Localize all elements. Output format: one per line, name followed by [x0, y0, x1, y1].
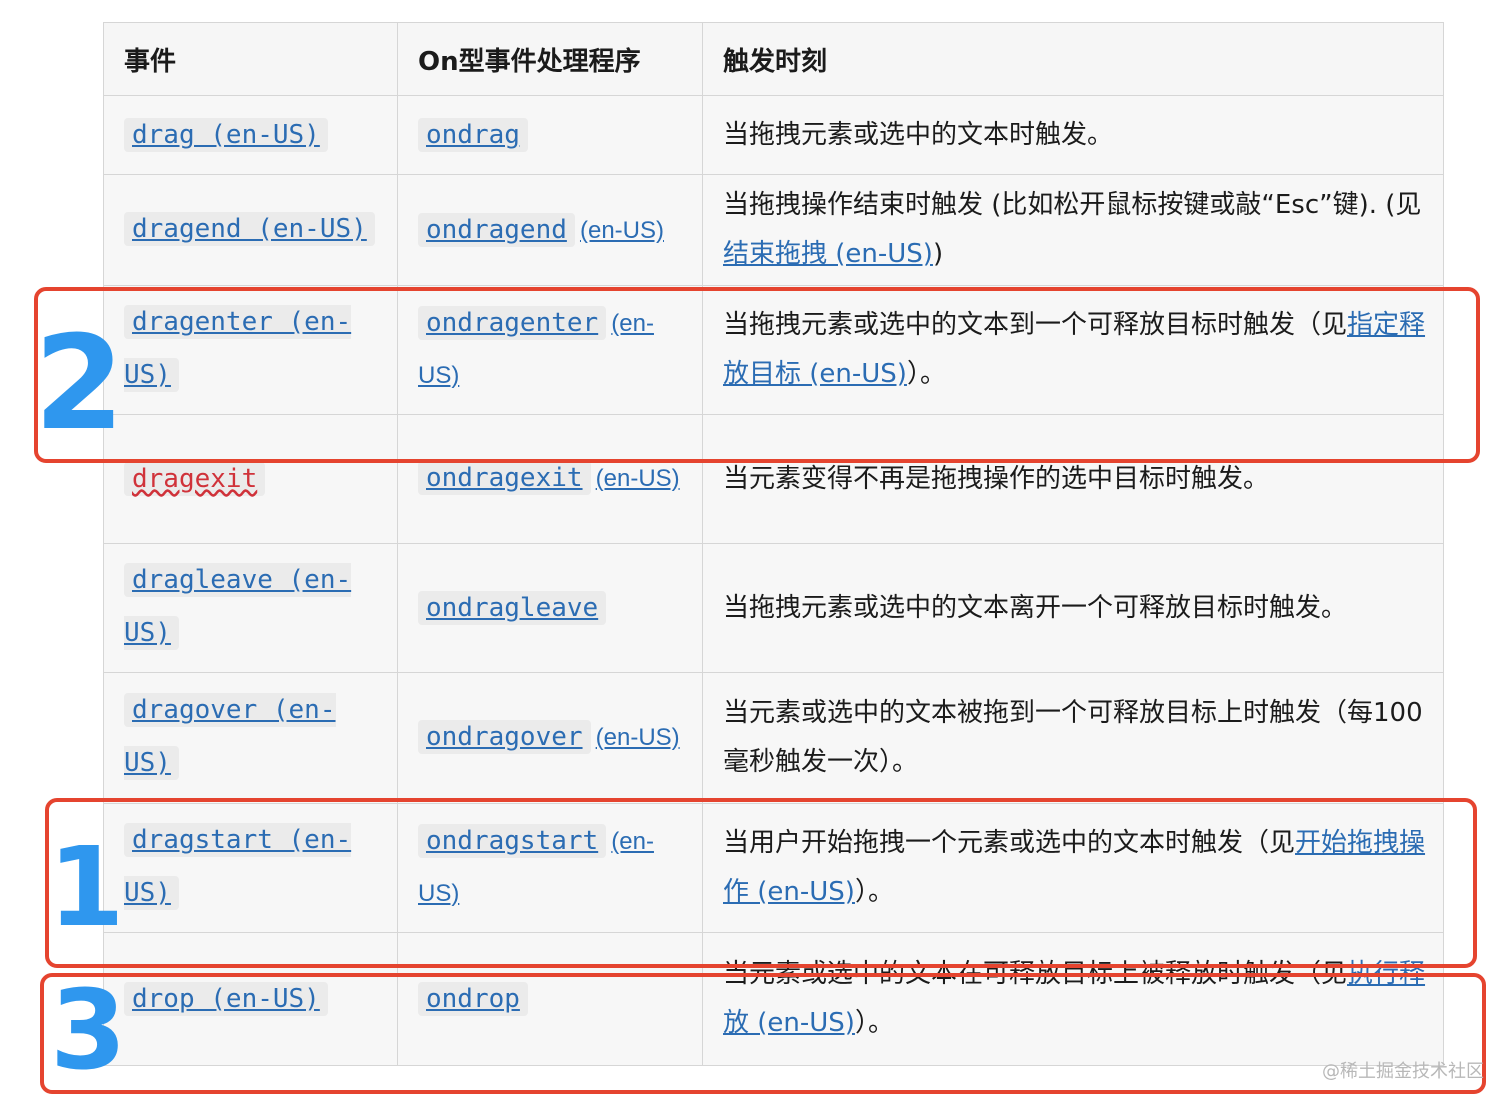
handler-cell: ondragleave — [397, 543, 703, 673]
annotation-number-1: 1 — [48, 823, 125, 951]
event-link[interactable]: dragover (en-US) — [124, 693, 336, 780]
table-row: dragend (en-US) ondragend (en-US) 当拖拽操作结… — [103, 174, 1444, 286]
event-link[interactable]: dragleave (en-US) — [124, 563, 352, 650]
description-link[interactable]: 结束拖拽 (en-US) — [723, 239, 933, 269]
event-link[interactable]: drag (en-US) — [124, 118, 328, 152]
annotation-box-dragenter — [34, 287, 1480, 463]
event-cell: dragleave (en-US) — [103, 543, 398, 673]
handler-locale-link[interactable]: (en-US) — [596, 465, 680, 492]
handler-cell: ondragover (en-US) — [397, 672, 703, 804]
description-text: 当拖拽操作结束时触发 (比如松开鼠标按键或敲“Esc”键). (见 — [723, 190, 1422, 220]
handler-locale-link[interactable]: (en-US) — [596, 724, 680, 751]
watermark: @稀土掘金技术社区 — [1322, 1061, 1484, 1082]
description-cell: 当拖拽元素或选中的文本离开一个可释放目标时触发。 — [702, 543, 1444, 673]
annotation-box-drop — [40, 973, 1486, 1094]
handler-link[interactable]: ondragover — [418, 719, 591, 754]
event-cell: dragover (en-US) — [103, 672, 398, 804]
table-row: dragover (en-US) ondragover (en-US) 当元素或… — [103, 672, 1444, 804]
description-cell: 当拖拽操作结束时触发 (比如松开鼠标按键或敲“Esc”键). (见结束拖拽 (e… — [702, 174, 1444, 286]
event-cell: dragend (en-US) — [103, 174, 398, 286]
annotation-number-2: 2 — [34, 307, 125, 459]
description-text: 当拖拽元素或选中的文本时触发。 — [723, 119, 1114, 150]
annotation-box-dragstart — [45, 798, 1477, 968]
header-handler: On型事件处理程序 — [397, 22, 703, 96]
event-text-broken: dragexit — [124, 462, 266, 496]
handler-cell: ondrag — [397, 95, 703, 175]
event-cell: drag (en-US) — [103, 95, 398, 175]
handler-link[interactable]: ondragleave — [418, 591, 607, 625]
handler-link[interactable]: ondragexit — [418, 460, 591, 495]
table-row: drag (en-US) ondrag 当拖拽元素或选中的文本时触发。 — [103, 95, 1444, 175]
header-event: 事件 — [103, 22, 398, 96]
description-text: 当元素变得不再是拖拽操作的选中目标时触发。 — [723, 463, 1270, 494]
description-text: 当元素或选中的文本被拖到一个可释放目标上时触发（每100毫秒触发一次）。 — [723, 698, 1423, 777]
description-text: 当拖拽元素或选中的文本离开一个可释放目标时触发。 — [723, 592, 1348, 623]
header-time: 触发时刻 — [702, 22, 1444, 96]
event-link[interactable]: dragend (en-US) — [124, 211, 375, 246]
handler-link[interactable]: ondragend — [418, 213, 575, 247]
handler-cell: ondragend (en-US) — [397, 174, 703, 286]
handler-locale-link[interactable]: (en-US) — [580, 217, 664, 244]
table-header-row: 事件 On型事件处理程序 触发时刻 — [103, 22, 1444, 96]
description-cell: 当拖拽元素或选中的文本时触发。 — [702, 95, 1444, 175]
description-cell: 当元素或选中的文本被拖到一个可释放目标上时触发（每100毫秒触发一次）。 — [702, 672, 1444, 804]
table-row: dragleave (en-US) ondragleave 当拖拽元素或选中的文… — [103, 543, 1444, 673]
description-suffix: ) — [932, 239, 944, 269]
handler-link[interactable]: ondrag — [418, 118, 528, 152]
annotation-number-3: 3 — [50, 966, 127, 1094]
